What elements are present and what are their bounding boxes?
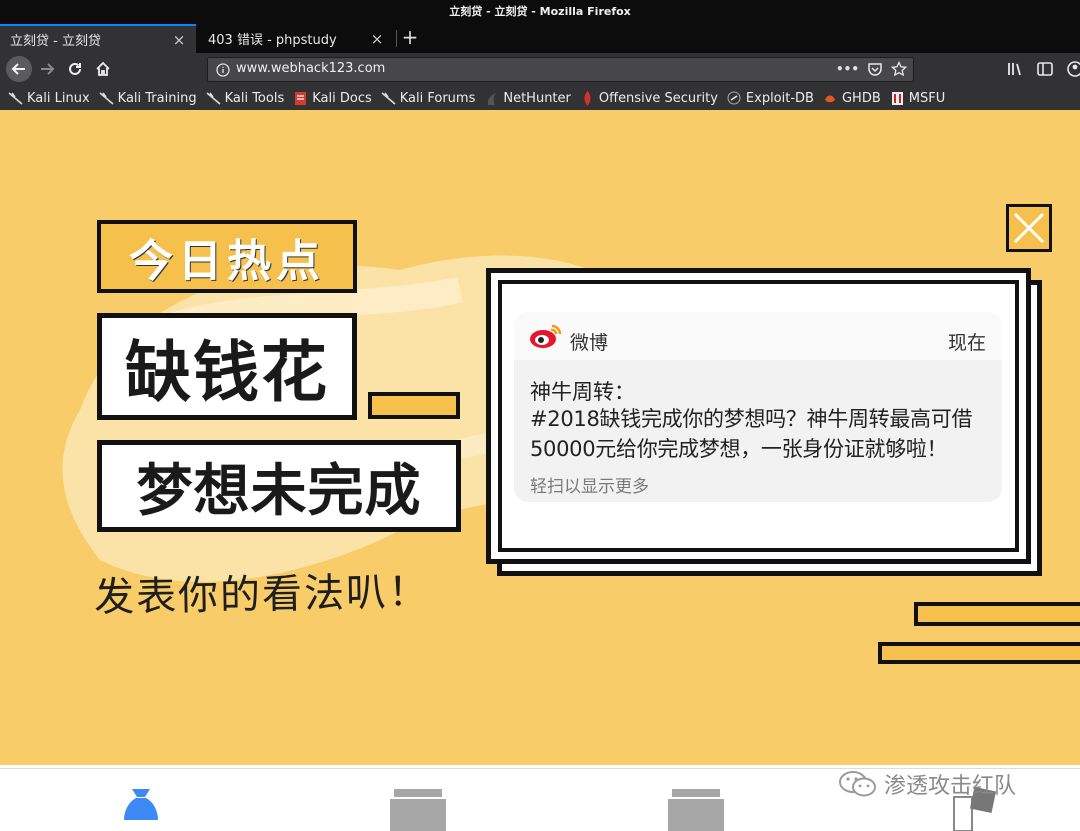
red-docs-icon [293,91,308,106]
exploitdb-icon [727,91,742,106]
nav-card-icon[interactable] [390,787,446,831]
bookmark-label: NetHunter [503,90,571,106]
bookmarks-toolbar: Kali Linux Kali Training Kali Tools Kali… [0,86,1080,110]
watermark-text: 渗透攻击红队 [884,774,1017,799]
notification-app-name: 微博 [570,332,609,354]
tab-phpstudy[interactable]: 403 错误 - phpstudy × [198,24,394,53]
weibo-notification-card[interactable]: 微博 现在 神牛周转： #2018缺钱完成你的梦想吗？神牛周转最高可借50000… [514,312,1002,502]
bookmark-msfu[interactable]: MSFU [890,91,945,106]
site-info-icon[interactable] [216,62,230,81]
account-icon[interactable] [1066,60,1080,82]
navigation-toolbar: www.webhack123.com ••• [0,53,1080,86]
page-actions-button[interactable]: ••• [836,61,859,81]
bookmark-nethunter[interactable]: NetHunter [484,91,571,106]
kali-dragon-icon [99,91,114,106]
wechat-watermark: 渗透攻击红队 [838,768,1016,800]
kali-dragon-icon [8,91,23,106]
decorative-bar [914,602,1080,626]
nav-wallet-icon[interactable] [668,787,724,831]
msfu-icon [890,91,905,106]
close-icon [1013,212,1045,244]
bookmark-label: Kali Training [117,90,197,106]
loan-bag-icon[interactable] [122,787,160,831]
bookmark-label: GHDB [841,90,881,106]
bookmark-offensive-security[interactable]: Offensive Security [580,90,718,106]
bookmark-kali-tools[interactable]: Kali Tools [206,90,285,106]
ghdb-icon [823,91,838,106]
headline-short-of-money: 缺钱花 [97,313,357,420]
notification-hint: 轻扫以显示更多 [530,477,649,497]
tab-label: 立刻贷 - 立刻贷 [10,34,101,49]
pocket-icon[interactable] [867,61,883,81]
notification-body: #2018缺钱完成你的梦想吗？神牛周转最高可借50000元给你完成梦想，一张身份… [530,407,973,461]
bookmark-star-icon[interactable] [890,60,908,81]
decorative-bar [368,392,460,419]
bookmark-label: Kali Linux [27,90,90,106]
promo-banner: 今日热点 缺钱花 梦想未完成 发表你的看法叭！ 微博 现在 神牛周转： #201… [0,110,1080,765]
bookmark-kali-linux[interactable]: Kali Linux [8,91,90,106]
window-title: 立刻贷 - 立刻贷 - Mozilla Firefox [0,0,1080,24]
notification-time: 现在 [947,332,986,354]
bookmark-label: Offensive Security [598,90,718,106]
url-text: www.webhack123.com [236,61,386,76]
tab-close-button[interactable]: × [370,30,384,48]
library-icon[interactable] [1006,60,1024,82]
notification-header: 微博 现在 [514,312,1002,360]
tab-separator [396,30,397,47]
tab-strip: 立刻贷 - 立刻贷 × 403 错误 - phpstudy × + [0,24,1080,53]
forward-button[interactable] [34,56,60,82]
bookmark-label: Kali Tools [224,90,285,106]
address-bar[interactable]: www.webhack123.com ••• [207,57,914,82]
hot-topic-label: 今日热点 [97,220,357,293]
wechat-icon [839,771,876,797]
bookmark-label: MSFU [908,90,946,106]
bookmark-exploit-db[interactable]: Exploit-DB [727,91,814,106]
kali-dragon-icon [206,91,221,106]
home-icon [96,61,110,76]
kali-dragon-icon [381,91,396,106]
comment-prompt: 发表你的看法叭！ [93,569,431,621]
notification-title: 神牛周转： [530,380,635,404]
weibo-logo-icon [530,324,562,348]
reload-button[interactable] [62,56,88,82]
bookmark-ghdb[interactable]: GHDB [823,91,881,106]
sidebar-icon[interactable] [1036,60,1054,82]
decorative-bar [878,642,1080,664]
headline-dream-unfulfilled: 梦想未完成 [97,440,461,532]
tab-label: 403 错误 - phpstudy [208,33,337,48]
back-arrow-icon [11,63,25,75]
tab-close-button[interactable]: × [172,31,186,49]
offsec-icon [580,90,595,106]
banner-close-button[interactable] [1006,204,1052,252]
forward-arrow-icon [41,63,55,75]
bookmark-kali-docs[interactable]: Kali Docs [293,91,372,106]
reload-icon [69,62,81,75]
bookmark-label: Kali Docs [312,90,372,106]
new-tab-button[interactable]: + [398,24,422,53]
bookmark-kali-training[interactable]: Kali Training [99,91,197,106]
home-button[interactable] [90,56,116,82]
bookmark-kali-forums[interactable]: Kali Forums [381,90,476,106]
tab-active[interactable]: 立刻贷 - 立刻贷 × [0,24,196,53]
bookmark-label: Exploit-DB [745,90,814,106]
back-button[interactable] [6,56,32,82]
bookmark-label: Kali Forums [399,90,476,106]
nethunter-icon [484,91,499,106]
